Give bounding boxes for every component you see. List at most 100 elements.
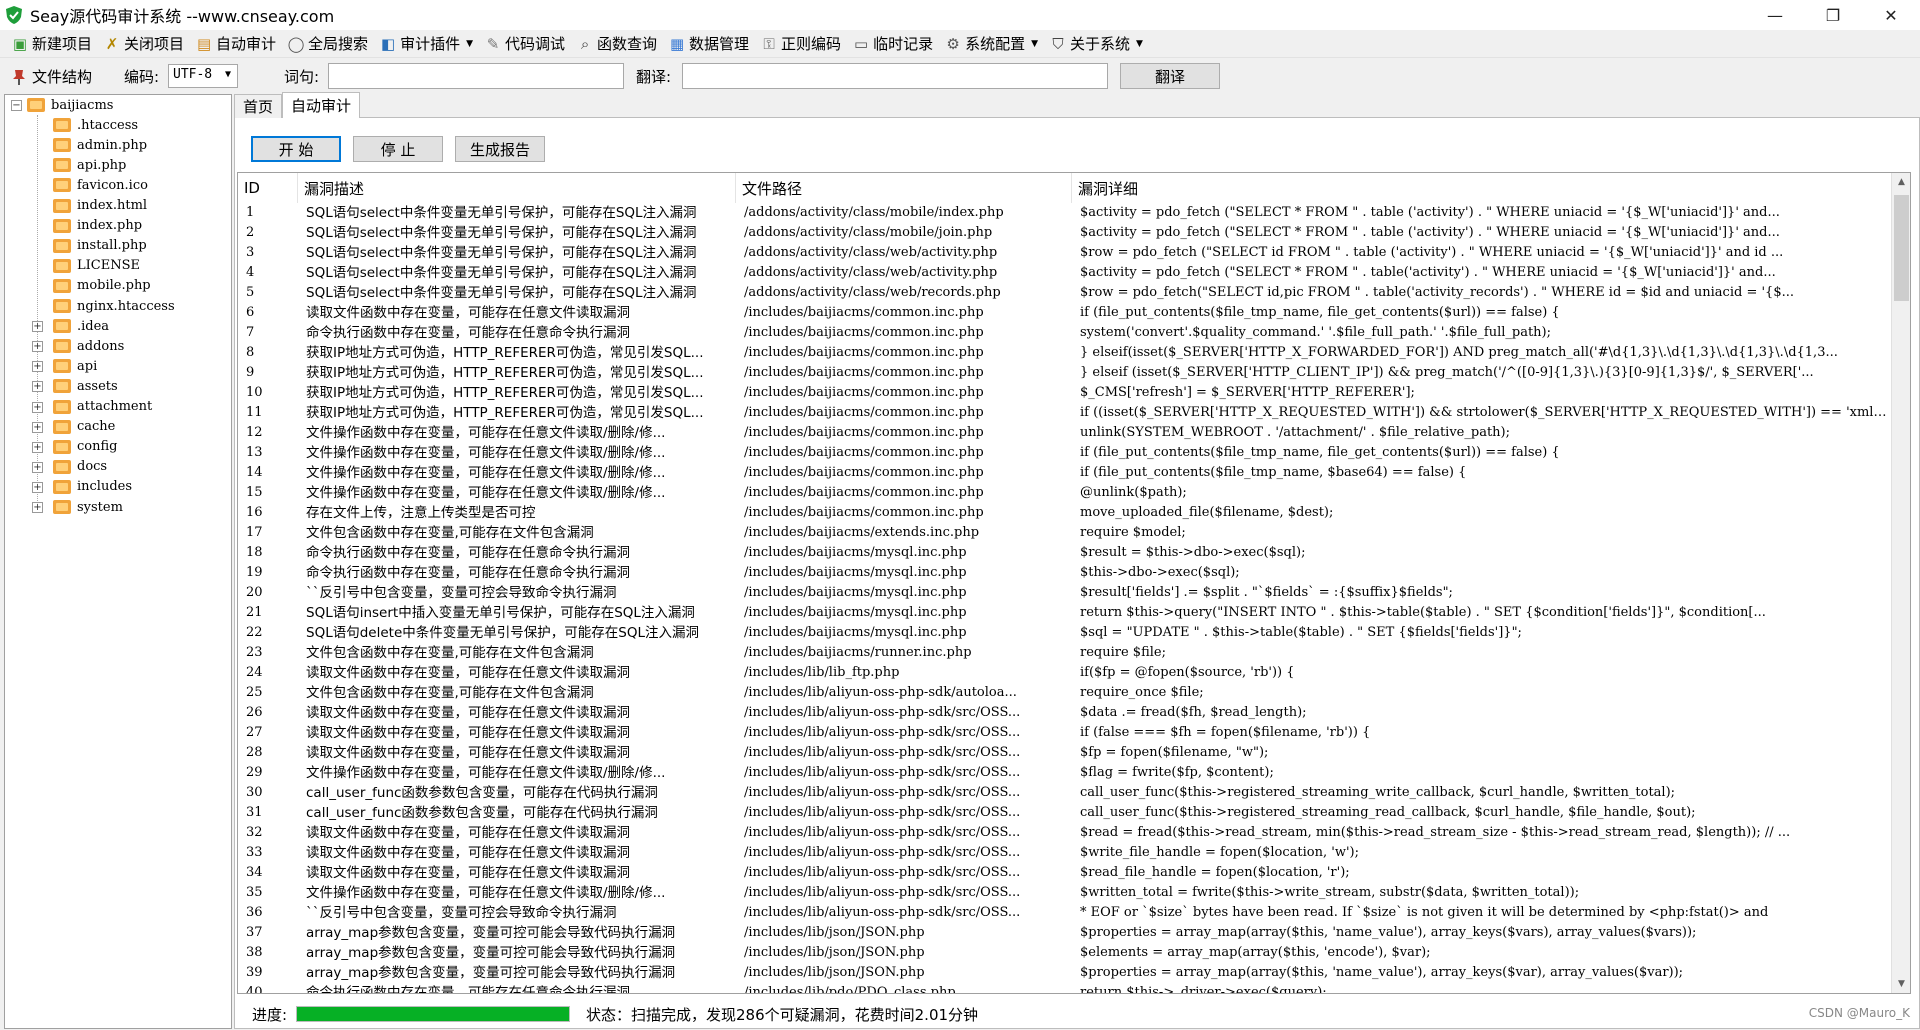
tree-item-folder[interactable]: config xyxy=(53,437,117,457)
tree-item-file[interactable]: index.html xyxy=(53,196,147,216)
tab-0[interactable]: 首页 xyxy=(234,94,283,118)
menu-item-8[interactable]: ⚿ 正则编码 xyxy=(755,31,847,57)
table-row[interactable]: 32 读取文件函数中存在变量，可能存在任意文件读取漏洞/includes/lib/… xyxy=(238,823,1892,843)
generate-report-button[interactable]: 生成报告 xyxy=(455,136,545,162)
vertical-scrollbar[interactable]: ▲ ▼ xyxy=(1891,173,1910,993)
menu-item-6[interactable]: ⌕ 函数查询 xyxy=(571,31,663,57)
tree-item-file[interactable]: admin.php xyxy=(53,135,147,155)
tree-item-file[interactable]: nginx.htaccess xyxy=(53,296,175,316)
tree-item-file[interactable]: mobile.php xyxy=(53,276,151,296)
menu-item-3[interactable]: ◯ 全局搜索 xyxy=(282,31,374,57)
table-row[interactable]: 36 ``反引号中包含变量，变量可控会导致命令执行漏洞/includes/lib/… xyxy=(238,903,1892,923)
table-row[interactable]: 18 命令执行函数中存在变量，可能存在任意命令执行漏洞/includes/baij… xyxy=(238,543,1892,563)
translate-input[interactable] xyxy=(682,63,1108,89)
table-row[interactable]: 40 命令执行函数中存在变量，可能存在任意命令执行漏洞/includes/lib/… xyxy=(238,983,1892,993)
expand-icon[interactable]: + xyxy=(32,502,43,513)
expand-icon[interactable]: + xyxy=(32,361,43,373)
menu-item-0[interactable]: ▣ 新建项目 xyxy=(6,31,98,57)
table-row[interactable]: 37 array_map参数包含变量，变量可控可能会导致代码执行漏洞/includ… xyxy=(238,923,1892,943)
column-header[interactable]: ID xyxy=(238,173,298,203)
table-row[interactable]: 33 读取文件函数中存在变量，可能存在任意文件读取漏洞/includes/lib/… xyxy=(238,843,1892,863)
table-row[interactable]: 15 文件操作函数中存在变量，可能存在任意文件读取/删除/修... /include… xyxy=(238,483,1892,503)
table-row[interactable]: 7 命令执行函数中存在变量，可能存在任意命令执行漏洞/includes/baiji… xyxy=(238,323,1892,343)
table-row[interactable]: 10 获取IP地址方式可伪造，HTTP_REFERER可伪造，常见引发SQL...… xyxy=(238,383,1892,403)
tree-item-folder[interactable]: .idea xyxy=(53,316,109,336)
menu-item-10[interactable]: ⚙ 系统配置 ▼ xyxy=(939,31,1044,57)
table-row[interactable]: 34 读取文件函数中存在变量，可能存在任意文件读取漏洞/includes/lib/… xyxy=(238,863,1892,883)
tree-item-folder[interactable]: assets xyxy=(53,376,118,396)
table-row[interactable]: 17 文件包含函数中存在变量,可能存在文件包含漏洞/includes/baijia… xyxy=(238,523,1892,543)
menu-item-5[interactable]: ✎ 代码调试 xyxy=(479,31,571,57)
column-header[interactable]: 文件路径 xyxy=(736,173,1072,203)
table-row[interactable]: 14 文件操作函数中存在变量，可能存在任意文件读取/删除/修... /include… xyxy=(238,463,1892,483)
expand-icon[interactable]: + xyxy=(32,461,43,473)
table-row[interactable]: 39 array_map参数包含变量，变量可控可能会导致代码执行漏洞/includ… xyxy=(238,963,1892,983)
menu-item-2[interactable]: ▤ 自动审计 xyxy=(190,31,282,57)
tree-item-folder[interactable]: docs xyxy=(53,457,107,477)
minimize-button[interactable]: — xyxy=(1746,0,1804,30)
tree-item-folder[interactable]: api xyxy=(53,356,97,376)
menu-item-1[interactable]: ✗ 关闭项目 xyxy=(98,31,190,57)
table-row[interactable]: 35 文件操作函数中存在变量，可能存在任意文件读取/删除/修... /include… xyxy=(238,883,1892,903)
table-row[interactable]: 23 文件包含函数中存在变量,可能存在文件包含漏洞/includes/baijia… xyxy=(238,643,1892,663)
table-row[interactable]: 27 读取文件函数中存在变量，可能存在任意文件读取漏洞/includes/lib/… xyxy=(238,723,1892,743)
table-row[interactable]: 16 存在文件上传，注意上传类型是否可控/includes/baijiacms/c… xyxy=(238,503,1892,523)
tree-item-folder[interactable]: cache xyxy=(53,417,115,437)
tree-item-file[interactable]: index.php xyxy=(53,216,142,236)
tab-1[interactable]: 自动审计 xyxy=(282,92,361,118)
word-input[interactable] xyxy=(328,63,624,89)
table-row[interactable]: 11 获取IP地址方式可伪造，HTTP_REFERER可伪造，常见引发SQL...… xyxy=(238,403,1892,423)
scroll-down-icon[interactable]: ▼ xyxy=(1892,975,1910,993)
tree-item-folder[interactable]: system xyxy=(53,497,123,517)
table-row[interactable]: 5 SQL语句select中条件变量无单引号保护，可能存在SQL注入漏洞/addo… xyxy=(238,283,1892,303)
translate-button[interactable]: 翻译 xyxy=(1120,63,1220,89)
table-row[interactable]: 9 获取IP地址方式可伪造，HTTP_REFERER可伪造，常见引发SQL... /… xyxy=(238,363,1892,383)
tree-item-file[interactable]: .htaccess xyxy=(53,115,138,135)
scroll-thumb[interactable] xyxy=(1894,195,1909,301)
tree-item-folder[interactable]: includes xyxy=(53,477,132,497)
start-button[interactable]: 开 始 xyxy=(251,136,341,162)
table-row[interactable]: 22 SQL语句delete中条件变量无单引号保护，可能存在SQL注入漏洞/inc… xyxy=(238,623,1892,643)
close-button[interactable]: ✕ xyxy=(1862,0,1920,30)
file-structure-label[interactable]: 文件结构 xyxy=(12,66,92,87)
results-table[interactable]: ID 漏洞描述 文件路径 漏洞详细 1 SQL语句select中条件变量无单引号保护，可… xyxy=(237,172,1911,994)
table-row[interactable]: 30 call_user_func函数参数包含变量，可能存在代码执行漏洞/incl… xyxy=(238,783,1892,803)
table-row[interactable]: 20 ``反引号中包含变量，变量可控会导致命令执行漏洞/includes/baij… xyxy=(238,583,1892,603)
table-row[interactable]: 28 读取文件函数中存在变量，可能存在任意文件读取漏洞/includes/lib/… xyxy=(238,743,1892,763)
expand-icon[interactable]: + xyxy=(32,401,43,413)
menu-item-7[interactable]: ▦ 数据管理 xyxy=(663,31,755,57)
table-row[interactable]: 19 命令执行函数中存在变量，可能存在任意命令执行漏洞/includes/baij… xyxy=(238,563,1892,583)
table-row[interactable]: 3 SQL语句select中条件变量无单引号保护，可能存在SQL注入漏洞/addo… xyxy=(238,243,1892,263)
menu-item-4[interactable]: ◧ 审计插件 ▼ xyxy=(374,31,479,57)
table-row[interactable]: 29 文件操作函数中存在变量，可能存在任意文件读取/删除/修... /include… xyxy=(238,763,1892,783)
table-row[interactable]: 2 SQL语句select中条件变量无单引号保护，可能存在SQL注入漏洞/addo… xyxy=(238,223,1892,243)
expand-icon[interactable]: + xyxy=(32,321,43,333)
tree-item-file[interactable]: install.php xyxy=(53,236,147,256)
table-row[interactable]: 13 文件操作函数中存在变量，可能存在任意文件读取/删除/修... /include… xyxy=(238,443,1892,463)
table-row[interactable]: 8 获取IP地址方式可伪造，HTTP_REFERER可伪造，常见引发SQL... /… xyxy=(238,343,1892,363)
expand-icon[interactable]: + xyxy=(32,381,43,393)
table-row[interactable]: 4 SQL语句select中条件变量无单引号保护，可能存在SQL注入漏洞/addo… xyxy=(238,263,1892,283)
table-row[interactable]: 26 读取文件函数中存在变量，可能存在任意文件读取漏洞/includes/lib/… xyxy=(238,703,1892,723)
expand-icon[interactable]: + xyxy=(32,341,43,353)
table-row[interactable]: 1 SQL语句select中条件变量无单引号保护，可能存在SQL注入漏洞/addo… xyxy=(238,203,1892,223)
tree-item-file[interactable]: LICENSE xyxy=(53,256,140,276)
expand-icon[interactable]: + xyxy=(32,441,43,453)
table-row[interactable]: 31 call_user_func函数参数包含变量，可能存在代码执行漏洞/incl… xyxy=(238,803,1892,823)
table-row[interactable]: 21 SQL语句insert中插入变量无单引号保护，可能存在SQL注入漏洞/inc… xyxy=(238,603,1892,623)
scroll-up-icon[interactable]: ▲ xyxy=(1892,173,1910,191)
tree-item-file[interactable]: api.php xyxy=(53,155,126,175)
table-row[interactable]: 25 文件包含函数中存在变量,可能存在文件包含漏洞/includes/lib/al… xyxy=(238,683,1892,703)
table-row[interactable]: 12 文件操作函数中存在变量，可能存在任意文件读取/删除/修... /include… xyxy=(238,423,1892,443)
menu-item-11[interactable]: ⛉ 关于系统 ▼ xyxy=(1044,31,1149,57)
tree-item-folder[interactable]: addons xyxy=(53,336,124,356)
table-row[interactable]: 24 读取文件函数中存在变量，可能存在任意文件读取漏洞/includes/lib/… xyxy=(238,663,1892,683)
encoding-select[interactable]: UTF-8 ▼ xyxy=(168,64,238,88)
expand-icon[interactable]: + xyxy=(32,481,43,493)
tree-item-file[interactable]: favicon.ico xyxy=(53,175,148,195)
expand-icon[interactable]: + xyxy=(32,421,43,433)
table-row[interactable]: 6 读取文件函数中存在变量，可能存在任意文件读取漏洞/includes/baiji… xyxy=(238,303,1892,323)
restore-button[interactable]: ❐ xyxy=(1804,0,1862,30)
column-header[interactable]: 漏洞详细 xyxy=(1072,173,1892,203)
tree-item-folder[interactable]: attachment xyxy=(53,397,152,417)
